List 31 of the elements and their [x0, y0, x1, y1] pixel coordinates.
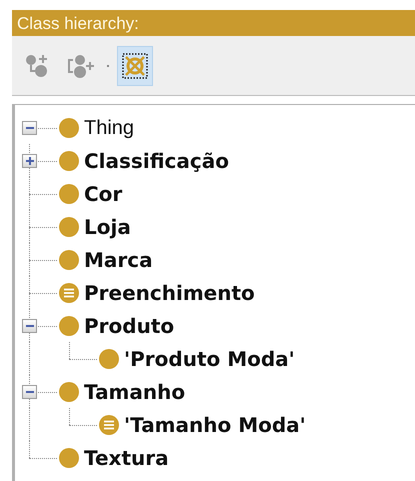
toolbar-button[interactable]: [117, 46, 153, 86]
class-label[interactable]: Loja: [84, 212, 131, 242]
class-circle-icon: [59, 448, 79, 468]
defined-class-icon: [59, 282, 79, 302]
delete-class-icon: [122, 52, 148, 78]
collapse-toggle[interactable]: [22, 385, 37, 399]
class-label[interactable]: 'Produto Moda': [124, 344, 295, 374]
class-circle-icon: [59, 216, 79, 236]
class-circle-icon: [59, 382, 79, 402]
defined-class-icon: [99, 414, 119, 434]
class-label[interactable]: Tamanho: [84, 376, 186, 406]
add-subclass-icon: [24, 52, 50, 78]
class-circle-icon: [59, 150, 79, 170]
class-label[interactable]: Cor: [84, 178, 122, 208]
class-circle-icon: [99, 348, 119, 368]
class-circle-icon: [59, 250, 79, 270]
collapse-toggle[interactable]: [22, 121, 37, 135]
class-circle-icon: [59, 316, 79, 336]
class-label[interactable]: 'Tamanho Moda': [124, 410, 306, 440]
class-circle-icon: [59, 118, 79, 138]
class-circle-icon: [59, 184, 79, 204]
expand-toggle[interactable]: [22, 154, 37, 168]
class-label[interactable]: Classificação: [84, 146, 229, 176]
class-label[interactable]: Produto: [84, 310, 174, 340]
class-label[interactable]: Marca: [84, 244, 153, 274]
add-sibling-icon: [67, 52, 95, 78]
class-label[interactable]: Thing: [84, 112, 134, 142]
class-label[interactable]: Textura: [84, 442, 169, 472]
class-label[interactable]: Preenchimento: [84, 278, 255, 308]
collapse-toggle[interactable]: [22, 319, 37, 333]
panel-title: Class hierarchy:: [17, 14, 139, 32]
